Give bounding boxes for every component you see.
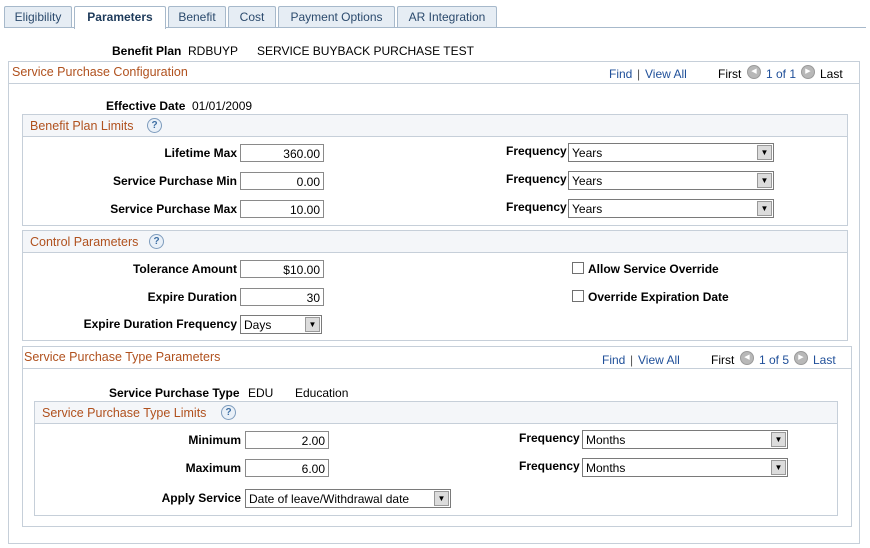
type-limits-header: Service Purchase Type Limits ? bbox=[35, 402, 837, 424]
maximum-frequency-select[interactable]: Months ▼ bbox=[582, 458, 788, 477]
chevron-down-icon[interactable]: ▼ bbox=[757, 145, 772, 160]
expire-duration-frequency-select[interactable]: Days ▼ bbox=[240, 315, 322, 334]
chevron-down-icon[interactable]: ▼ bbox=[771, 460, 786, 475]
chevron-down-icon[interactable]: ▼ bbox=[757, 201, 772, 216]
limits-title: Benefit Plan Limits bbox=[30, 119, 134, 133]
minimum-label: Minimum bbox=[188, 433, 241, 447]
type-find-link[interactable]: Find bbox=[602, 353, 625, 367]
benefit-plan-label: Benefit Plan bbox=[112, 44, 182, 58]
apply-service-label: Apply Service bbox=[161, 491, 241, 505]
override-expiration-date-checkbox[interactable] bbox=[572, 290, 584, 302]
minimum-input[interactable]: 2.00 bbox=[245, 431, 329, 449]
tab-ar-integration[interactable]: AR Integration bbox=[397, 6, 497, 28]
tab-eligibility[interactable]: Eligibility bbox=[4, 6, 72, 28]
service-purchase-max-label: Service Purchase Max bbox=[110, 202, 237, 216]
config-title: Service Purchase Configuration bbox=[12, 65, 188, 79]
chevron-down-icon[interactable]: ▼ bbox=[434, 491, 449, 506]
help-icon[interactable]: ? bbox=[149, 234, 164, 249]
minimum-frequency-label: Frequency bbox=[519, 431, 580, 445]
expire-duration-label: Expire Duration bbox=[147, 290, 237, 304]
service-purchase-max-frequency-label: Frequency bbox=[506, 200, 567, 214]
service-purchase-max-frequency-select[interactable]: Years ▼ bbox=[568, 199, 774, 218]
service-purchase-max-frequency-value: Years bbox=[572, 202, 603, 216]
tab-cost[interactable]: Cost bbox=[228, 6, 276, 28]
limits-header: Benefit Plan Limits ? bbox=[23, 115, 847, 137]
minimum-frequency-value: Months bbox=[586, 433, 626, 447]
benefit-plan-code: RDBUYP bbox=[188, 44, 239, 58]
type-params-title: Service Purchase Type Parameters bbox=[24, 350, 221, 364]
benefit-plan-limits: Benefit Plan Limits ? Lifetime Max 360.0… bbox=[22, 114, 848, 226]
service-purchase-type-parameters: Service Purchase Type Parameters Find | … bbox=[22, 346, 852, 527]
apply-service-value: Date of leave/Withdrawal date bbox=[249, 492, 410, 506]
chevron-down-icon[interactable]: ▼ bbox=[305, 317, 320, 332]
help-icon[interactable]: ? bbox=[147, 118, 162, 133]
control-title: Control Parameters bbox=[30, 235, 139, 249]
type-count: 1 of 5 bbox=[759, 353, 790, 367]
maximum-frequency-value: Months bbox=[586, 461, 626, 475]
expire-duration-input[interactable]: 30 bbox=[240, 288, 324, 306]
service-purchase-min-frequency-select[interactable]: Years ▼ bbox=[568, 171, 774, 190]
maximum-input[interactable]: 6.00 bbox=[245, 459, 329, 477]
type-next-icon[interactable]: ▶ bbox=[794, 351, 808, 365]
lifetime-max-input[interactable]: 360.00 bbox=[240, 144, 324, 162]
lifetime-max-frequency-value: Years bbox=[572, 146, 603, 160]
chevron-down-icon[interactable]: ▼ bbox=[757, 173, 772, 188]
config-last-label: Last bbox=[820, 67, 843, 81]
service-purchase-type-code: EDU bbox=[248, 386, 274, 400]
control-header: Control Parameters ? bbox=[23, 231, 847, 253]
type-separator: | bbox=[630, 353, 634, 367]
service-purchase-max-input[interactable]: 10.00 bbox=[240, 200, 324, 218]
control-parameters: Control Parameters ? Tolerance Amount $1… bbox=[22, 230, 848, 341]
effective-date-label: Effective Date bbox=[106, 99, 186, 113]
lifetime-max-frequency-label: Frequency bbox=[506, 144, 567, 158]
expire-duration-frequency-value: Days bbox=[244, 318, 272, 332]
service-purchase-type-label: Service Purchase Type bbox=[109, 386, 240, 400]
config-first-label: First bbox=[718, 67, 742, 81]
tab-payment-options[interactable]: Payment Options bbox=[278, 6, 395, 28]
effective-date-value: 01/01/2009 bbox=[192, 99, 253, 113]
config-view-all-link[interactable]: View All bbox=[645, 67, 687, 81]
tolerance-amount-input[interactable]: $10.00 bbox=[240, 260, 324, 278]
service-purchase-configuration: Service Purchase Configuration Find | Vi… bbox=[8, 61, 860, 544]
maximum-label: Maximum bbox=[185, 461, 241, 475]
tab-bar: Eligibility Parameters Benefit Cost Paym… bbox=[4, 6, 866, 29]
service-purchase-type-limits: Service Purchase Type Limits ? Minimum 2… bbox=[34, 401, 838, 516]
tolerance-amount-label: Tolerance Amount bbox=[132, 262, 237, 276]
override-expiration-date-label: Override Expiration Date bbox=[588, 290, 729, 304]
expire-duration-frequency-label: Expire Duration Frequency bbox=[83, 317, 237, 331]
allow-service-override-checkbox[interactable] bbox=[572, 262, 584, 274]
lifetime-max-frequency-select[interactable]: Years ▼ bbox=[568, 143, 774, 162]
config-find-link[interactable]: Find bbox=[609, 67, 632, 81]
minimum-frequency-select[interactable]: Months ▼ bbox=[582, 430, 788, 449]
service-purchase-min-input[interactable]: 0.00 bbox=[240, 172, 324, 190]
config-count: 1 of 1 bbox=[766, 67, 797, 81]
config-separator: | bbox=[637, 67, 641, 81]
help-icon[interactable]: ? bbox=[221, 405, 236, 420]
config-next-icon[interactable]: ▶ bbox=[801, 65, 815, 79]
benefit-plan-description: SERVICE BUYBACK PURCHASE TEST bbox=[257, 44, 474, 58]
tab-parameters[interactable]: Parameters bbox=[74, 6, 166, 29]
type-limits-title: Service Purchase Type Limits bbox=[42, 406, 207, 420]
maximum-frequency-label: Frequency bbox=[519, 459, 580, 473]
service-purchase-type-description: Education bbox=[295, 386, 349, 400]
chevron-down-icon[interactable]: ▼ bbox=[771, 432, 786, 447]
type-last-link[interactable]: Last bbox=[813, 353, 836, 367]
service-purchase-min-label: Service Purchase Min bbox=[112, 174, 237, 188]
config-prev-icon[interactable]: ◀ bbox=[747, 65, 761, 79]
type-params-header: Service Purchase Type Parameters Find | … bbox=[23, 347, 851, 369]
service-purchase-min-frequency-value: Years bbox=[572, 174, 603, 188]
tab-benefit[interactable]: Benefit bbox=[168, 6, 226, 28]
type-prev-icon[interactable]: ◀ bbox=[740, 351, 754, 365]
service-purchase-min-frequency-label: Frequency bbox=[506, 172, 567, 186]
type-view-all-link[interactable]: View All bbox=[638, 353, 680, 367]
type-first-label: First bbox=[711, 353, 735, 367]
allow-service-override-label: Allow Service Override bbox=[588, 262, 719, 276]
config-header: Service Purchase Configuration Find | Vi… bbox=[9, 62, 859, 84]
lifetime-max-label: Lifetime Max bbox=[164, 146, 237, 160]
apply-service-select[interactable]: Date of leave/Withdrawal date ▼ bbox=[245, 489, 451, 508]
